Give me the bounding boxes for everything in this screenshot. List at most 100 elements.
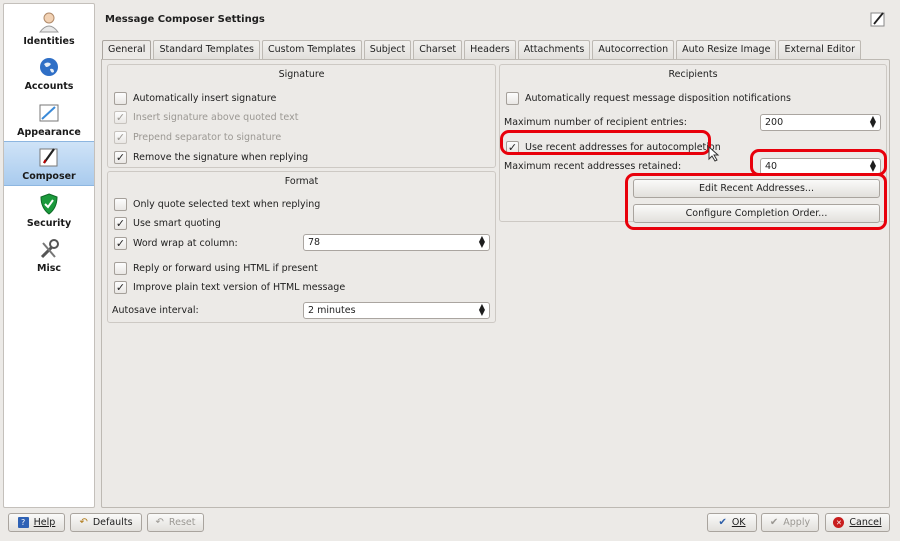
reply-html-checkbox[interactable] xyxy=(114,261,127,275)
button-label: Defaults xyxy=(92,517,133,528)
improve-plain-checkbox[interactable]: ✓ xyxy=(114,280,127,294)
prepend-separator-label: Prepend separator to signature xyxy=(133,131,282,143)
mdn-checkbox[interactable] xyxy=(506,91,519,105)
signature-group: Signature Automatically insert signature… xyxy=(107,64,496,168)
undo-icon: ↶ xyxy=(79,517,88,528)
spinbox-value: 40 xyxy=(765,161,778,172)
only-quote-selected-label: Only quote selected text when replying xyxy=(133,198,321,210)
remove-signature-checkbox[interactable]: ✓ xyxy=(114,150,127,164)
appearance-icon xyxy=(38,102,60,124)
max-recent-label: Maximum recent addresses retained: xyxy=(504,161,682,172)
spinbox-value: 200 xyxy=(765,117,784,128)
tab-external-editor[interactable]: External Editor xyxy=(778,40,861,59)
cancel-icon: ✕ xyxy=(833,517,845,528)
sidebar-item-appearance[interactable]: Appearance xyxy=(4,95,94,141)
only-quote-selected-checkbox[interactable] xyxy=(114,197,127,211)
configure-completion-order-button[interactable]: Configure Completion Order... xyxy=(633,204,880,223)
cancel-button[interactable]: ✕ Cancel xyxy=(825,513,890,532)
spin-arrows-icon[interactable]: ▲ ▼ xyxy=(479,303,485,317)
button-label: Configure Completion Order... xyxy=(685,208,828,219)
reset-button[interactable]: ↶ Reset xyxy=(147,513,204,532)
defaults-button[interactable]: ↶ Defaults xyxy=(70,513,142,532)
mouse-pointer-icon xyxy=(708,145,720,162)
spinbox-value: 78 xyxy=(308,237,321,248)
tab-charset[interactable]: Charset xyxy=(413,40,463,59)
sidebar-item-security[interactable]: Security xyxy=(4,186,94,232)
remove-signature-row: ✓ Remove the signature when replying xyxy=(114,149,308,165)
tools-icon xyxy=(38,238,60,260)
sidebar-item-label: Security xyxy=(26,217,72,229)
max-recent-spinbox[interactable]: 40 ▲ ▼ xyxy=(760,158,881,175)
use-recent-checkbox[interactable]: ✓ xyxy=(506,140,519,154)
tab-general[interactable]: General xyxy=(102,40,152,60)
prepend-separator-checkbox[interactable]: ✓ xyxy=(114,130,127,144)
remove-signature-label: Remove the signature when replying xyxy=(133,151,309,163)
insert-above-checkbox[interactable]: ✓ xyxy=(114,110,127,124)
use-recent-label: Use recent addresses for autocompletion xyxy=(525,141,721,153)
tab-headers[interactable]: Headers xyxy=(464,40,516,59)
word-wrap-label: Word wrap at column: xyxy=(133,237,238,249)
autosave-interval-label: Autosave interval: xyxy=(112,305,199,316)
page-title: Message Composer Settings xyxy=(105,14,265,25)
improve-plain-row: ✓ Improve plain text version of HTML mes… xyxy=(114,279,345,295)
apply-button[interactable]: ✔ Apply xyxy=(761,513,819,532)
group-title: Signature xyxy=(278,69,325,80)
spin-arrows-icon[interactable]: ▲ ▼ xyxy=(870,159,876,173)
sidebar-item-identities[interactable]: Identities xyxy=(4,4,94,50)
auto-insert-signature-checkbox[interactable] xyxy=(114,91,127,105)
sidebar-item-composer[interactable]: Composer xyxy=(4,140,94,186)
globe-icon xyxy=(38,56,60,78)
edit-icon xyxy=(870,11,886,27)
group-title: Format xyxy=(284,176,319,187)
insert-above-label: Insert signature above quoted text xyxy=(133,111,299,123)
category-sidebar: Identities Accounts Appearance Composer … xyxy=(3,3,95,508)
max-entries-label: Maximum number of recipient entries: xyxy=(504,117,687,128)
tab-attachments[interactable]: Attachments xyxy=(517,40,591,59)
prepend-separator-row: ✓ Prepend separator to signature xyxy=(114,129,281,145)
button-label: OK xyxy=(731,517,746,528)
sidebar-item-label: Identities xyxy=(23,35,75,47)
word-wrap-checkbox[interactable]: ✓ xyxy=(114,236,127,250)
sidebar-item-label: Accounts xyxy=(24,81,74,92)
edit-recent-addresses-button[interactable]: Edit Recent Addresses... xyxy=(633,179,880,198)
mdn-label: Automatically request message dispositio… xyxy=(525,92,791,104)
auto-insert-signature-row: Automatically insert signature xyxy=(114,90,276,106)
button-label: Help xyxy=(33,517,56,528)
word-wrap-column-spinbox[interactable]: 78 ▲ ▼ xyxy=(303,234,490,251)
button-label: Cancel xyxy=(849,517,882,528)
smart-quoting-label: Use smart quoting xyxy=(133,217,221,229)
help-icon: ? xyxy=(17,517,29,528)
composer-pen-icon xyxy=(38,146,60,168)
group-title: Recipients xyxy=(668,69,718,80)
max-entries-spinbox[interactable]: 200 ▲ ▼ xyxy=(760,114,881,131)
autosave-interval-spinbox[interactable]: 2 minutes ▲ ▼ xyxy=(303,302,490,319)
spin-arrows-icon[interactable]: ▲ ▼ xyxy=(479,235,485,249)
button-label: Apply xyxy=(783,517,811,528)
tab-subject[interactable]: Subject xyxy=(363,40,412,59)
insert-above-row: ✓ Insert signature above quoted text xyxy=(114,109,298,125)
spin-arrows-icon[interactable]: ▲ ▼ xyxy=(870,115,876,129)
word-wrap-row: ✓ Word wrap at column: xyxy=(114,235,238,251)
smart-quoting-row: ✓ Use smart quoting xyxy=(114,215,221,231)
use-recent-row: ✓ Use recent addresses for autocompletio… xyxy=(506,139,721,155)
tab-standard-templates[interactable]: Standard Templates xyxy=(153,40,260,59)
auto-insert-signature-label: Automatically insert signature xyxy=(133,92,277,104)
reply-html-label: Reply or forward using HTML if present xyxy=(133,262,318,274)
sidebar-item-accounts[interactable]: Accounts xyxy=(4,50,94,96)
tab-custom-templates[interactable]: Custom Templates xyxy=(262,40,362,59)
general-tab-panel: Signature Automatically insert signature… xyxy=(101,59,890,508)
sidebar-item-misc[interactable]: Misc xyxy=(4,232,94,278)
recipients-group: Recipients Automatically request message… xyxy=(499,64,887,223)
button-label: Edit Recent Addresses... xyxy=(699,183,814,194)
tab-autocorrection[interactable]: Autocorrection xyxy=(592,40,675,59)
check-icon: ✔ xyxy=(769,517,779,528)
help-button[interactable]: ? Help xyxy=(8,513,65,532)
smart-quoting-checkbox[interactable]: ✓ xyxy=(114,216,127,230)
ok-button[interactable]: ✔ OK xyxy=(707,513,757,532)
sidebar-item-label: Composer xyxy=(22,171,76,182)
improve-plain-label: Improve plain text version of HTML messa… xyxy=(133,281,346,293)
tab-auto-resize-image[interactable]: Auto Resize Image xyxy=(676,40,777,59)
identity-icon xyxy=(38,11,60,33)
format-group: Format Only quote selected text when rep… xyxy=(107,171,496,323)
spinbox-value: 2 minutes xyxy=(308,305,356,316)
